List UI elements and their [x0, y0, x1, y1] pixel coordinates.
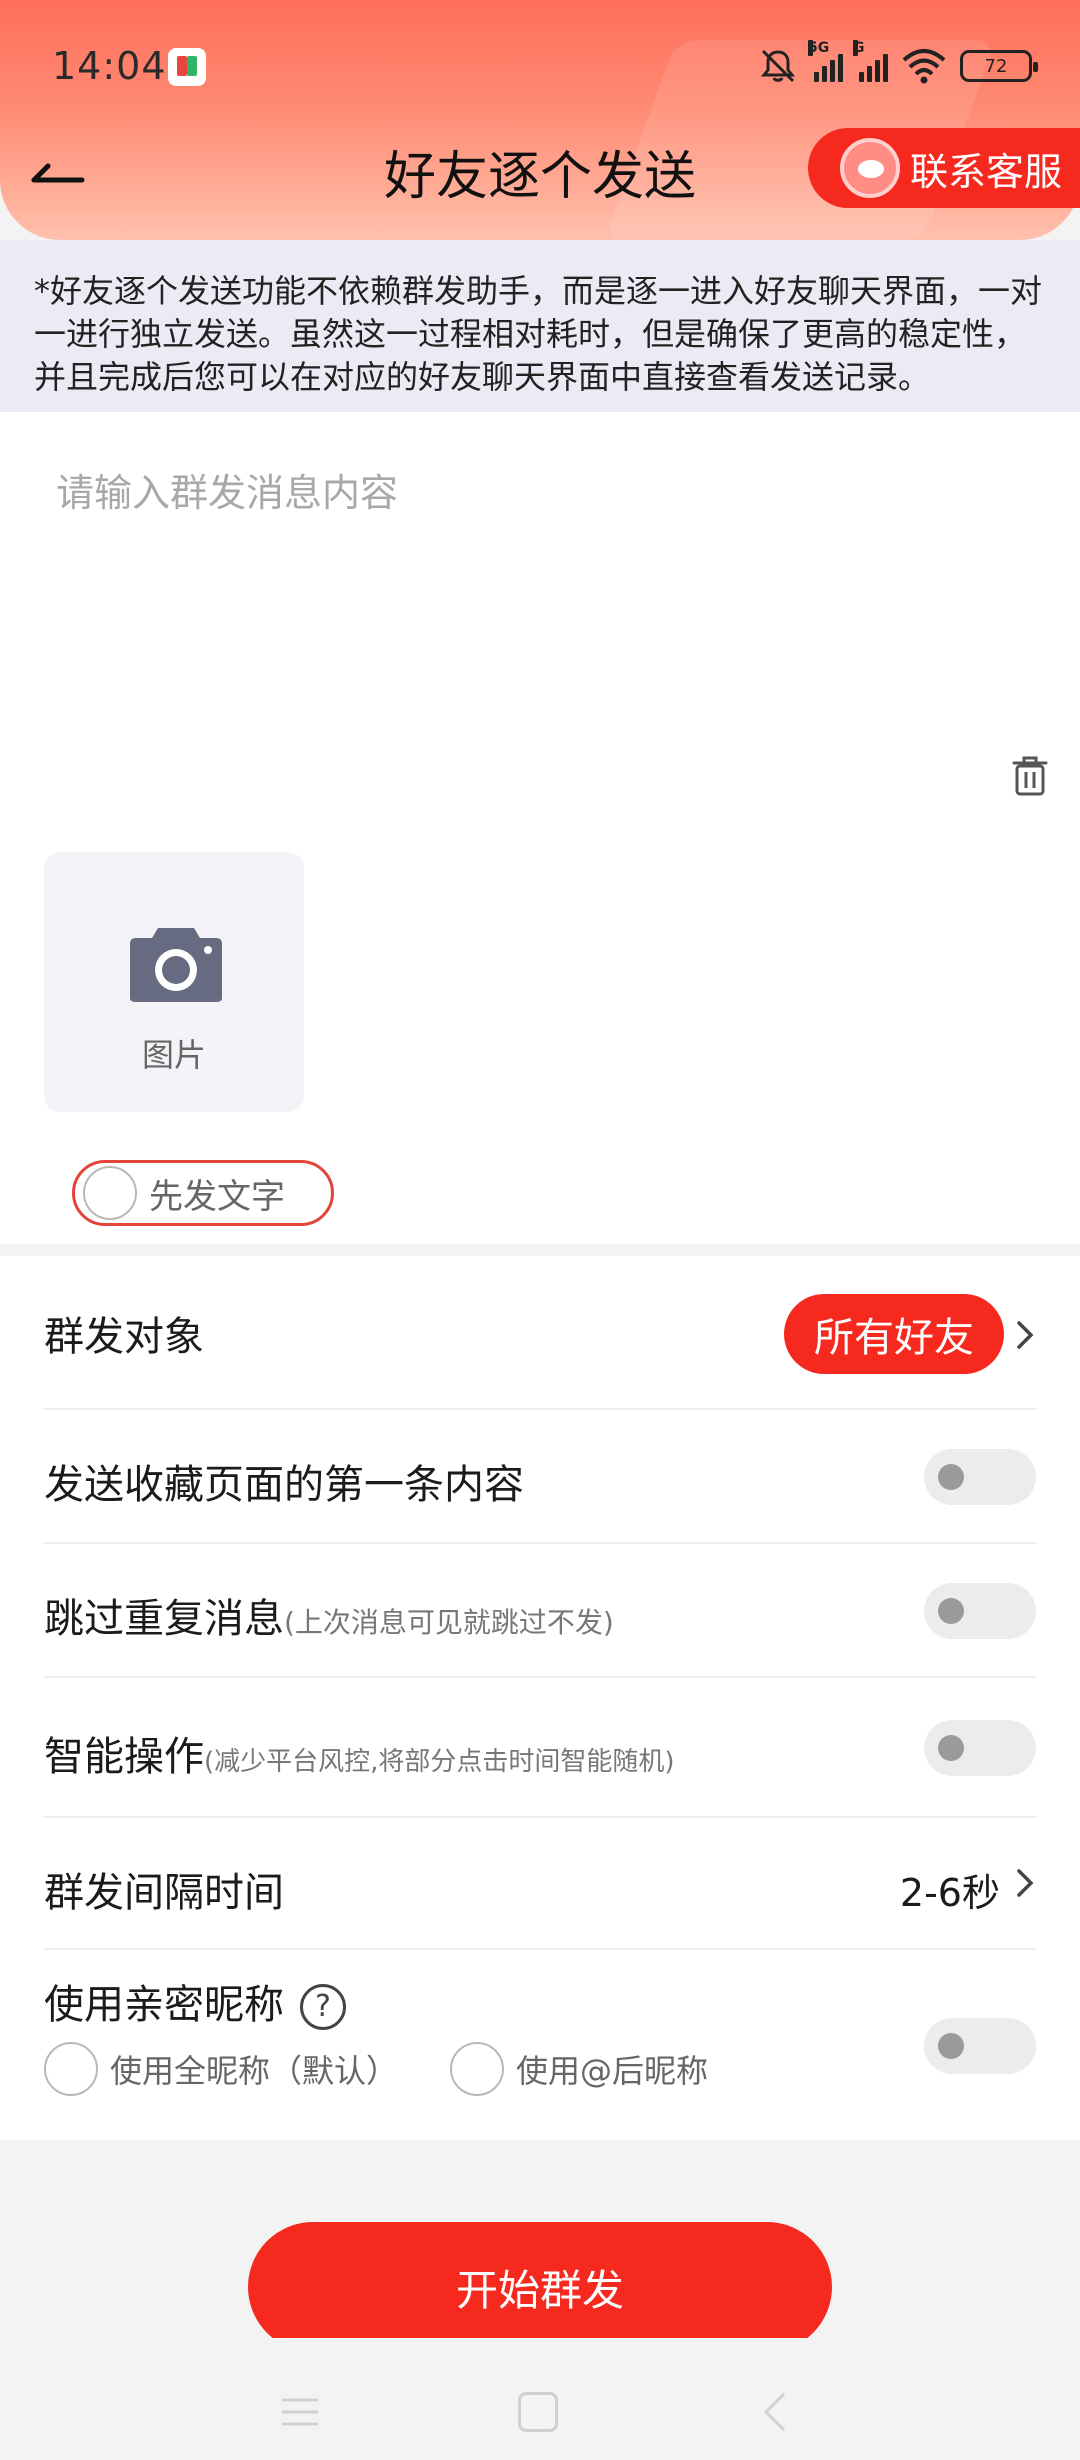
- nickname-after-at-radio[interactable]: [450, 2042, 505, 2096]
- skip-duplicate-sub: (上次消息可见就跳过不发): [284, 1606, 614, 1639]
- smart-operation-label: 智能操作(减少平台风控,将部分点击时间智能随机): [44, 1724, 675, 1782]
- target-value-button[interactable]: 所有好友: [784, 1294, 1004, 1374]
- intimate-nickname-row: 使用亲密昵称? 使用全昵称（默认） 使用@后昵称: [44, 1950, 1036, 2140]
- skip-duplicate-title: 跳过重复消息: [44, 1596, 284, 1642]
- target-row[interactable]: 群发对象 所有好友: [44, 1256, 1036, 1410]
- skip-duplicate-label: 跳过重复消息(上次消息可见就跳过不发): [44, 1586, 614, 1644]
- interval-value: 2-6秒: [899, 1871, 1000, 1915]
- settings-list: 群发对象 所有好友 发送收藏页面的第一条内容 跳过重复消息(上次消息可见就跳过不…: [0, 1256, 1080, 2140]
- app-notification-icon: [168, 48, 206, 86]
- smart-operation-row: 智能操作(减少平台风控,将部分点击时间智能随机): [44, 1678, 1036, 1818]
- nickname-option-after-at[interactable]: 使用@后昵称: [450, 2042, 708, 2096]
- contact-customer-service-button[interactable]: 联系客服: [808, 128, 1080, 208]
- message-input[interactable]: [56, 462, 1016, 722]
- chevron-right-icon: [1017, 1321, 1034, 1349]
- skip-duplicate-toggle[interactable]: [924, 1583, 1036, 1639]
- photo-label: 图片: [141, 1036, 206, 1074]
- battery-icon: 72: [960, 50, 1038, 82]
- back-icon[interactable]: [760, 2390, 790, 2434]
- status-time: 14:04: [52, 44, 167, 88]
- system-navigation-bar: [0, 2338, 1080, 2460]
- nickname-option-full[interactable]: 使用全昵称（默认）: [44, 2042, 398, 2096]
- text-first-radio[interactable]: [83, 1166, 137, 1220]
- message-composer: 图片 先发文字: [0, 412, 1080, 1244]
- signal-5g-icon: 5G: [808, 40, 843, 82]
- status-icons: 5G G 72: [758, 40, 1038, 86]
- chevron-right-icon: [1017, 1869, 1034, 1897]
- nickname-options: 使用全昵称（默认） 使用@后昵称: [44, 2042, 760, 2096]
- mute-icon: [760, 49, 796, 83]
- text-first-option[interactable]: 先发文字: [72, 1160, 334, 1226]
- send-favorite-row: 发送收藏页面的第一条内容: [44, 1410, 1036, 1544]
- nickname-full-label: 使用全昵称（默认）: [110, 2052, 399, 2090]
- smart-operation-toggle[interactable]: [924, 1720, 1036, 1776]
- smart-operation-sub: (减少平台风控,将部分点击时间智能随机): [204, 1747, 675, 1777]
- menu-icon[interactable]: [278, 2394, 322, 2430]
- signal-g-icon: G: [853, 40, 888, 82]
- interval-row[interactable]: 群发间隔时间 2-6秒: [44, 1818, 1036, 1950]
- target-label: 群发对象: [44, 1314, 204, 1360]
- start-broadcast-button[interactable]: 开始群发: [248, 2222, 832, 2352]
- status-bar: 14:04 5G G 72: [0, 0, 1080, 135]
- intimate-nickname-label: 使用亲密昵称?: [44, 1972, 346, 2030]
- nickname-after-at-label: 使用@后昵称: [516, 2052, 709, 2090]
- help-icon[interactable]: ?: [300, 1984, 346, 2030]
- send-favorite-toggle[interactable]: [924, 1449, 1036, 1505]
- trash-icon[interactable]: [1010, 754, 1050, 798]
- nickname-full-radio[interactable]: [44, 2042, 98, 2096]
- skip-duplicate-row: 跳过重复消息(上次消息可见就跳过不发): [44, 1544, 1036, 1678]
- wifi-icon: [902, 49, 946, 84]
- customer-service-label: 联系客服: [910, 149, 1063, 194]
- home-icon[interactable]: [518, 2392, 558, 2432]
- interval-label: 群发间隔时间: [44, 1870, 284, 1916]
- add-photo-button[interactable]: 图片: [44, 852, 304, 1112]
- info-notice: *好友逐个发送功能不依赖群发助手，而是逐一进入好友聊天界面，一对一进行独立发送。…: [0, 240, 1080, 412]
- send-favorite-label: 发送收藏页面的第一条内容: [44, 1462, 524, 1508]
- camera-icon: [130, 928, 222, 1002]
- text-first-label: 先发文字: [149, 1176, 285, 1217]
- smart-operation-title: 智能操作: [44, 1734, 204, 1780]
- intimate-nickname-toggle[interactable]: [924, 2018, 1036, 2074]
- intimate-nickname-title: 使用亲密昵称: [44, 1982, 284, 2028]
- headset-icon: [840, 138, 900, 198]
